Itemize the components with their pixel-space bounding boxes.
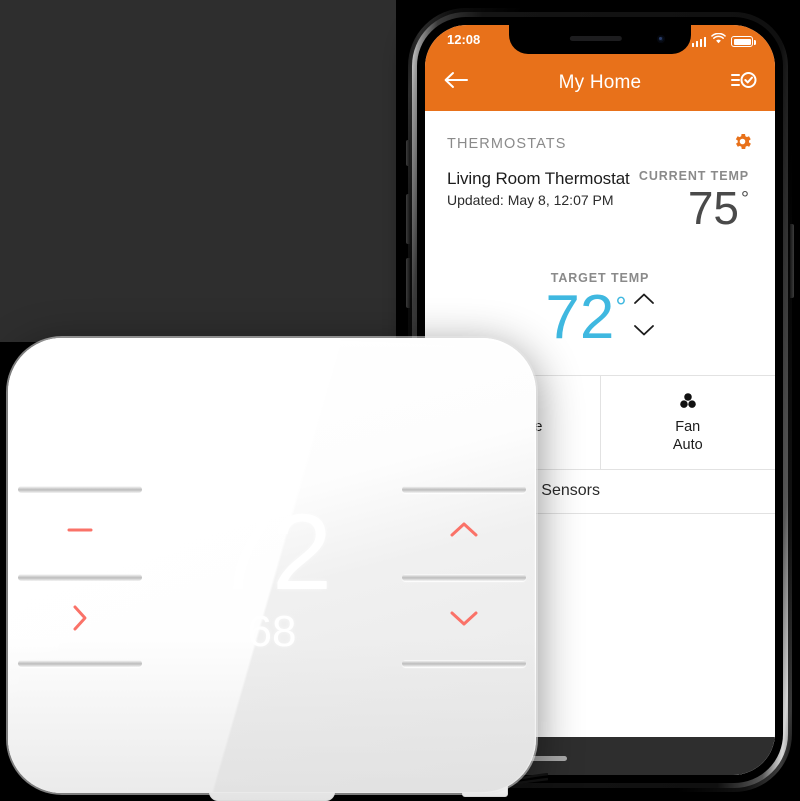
page-title: My Home [558,71,642,93]
battery-full-icon [731,36,756,47]
current-temp-label: CURRENT TEMP [638,169,749,183]
thermostat-slot-right-2 [402,574,526,581]
current-temp-value: 75 [687,182,739,234]
signal-bars-icon [691,37,706,47]
wifi-icon [711,32,726,47]
chevron-down-icon[interactable] [436,596,492,640]
target-temp-stepper[interactable] [633,292,655,344]
fan-label-line2: Auto [672,436,703,453]
thermostat-slot-left-2 [18,574,142,581]
thermostat-card-top: Living Room Thermostat Updated: May 8, 1… [447,169,753,231]
thermostat-slot-right-1 [402,486,526,493]
nav-bar: My Home [425,54,775,111]
thermostat-top-edge [29,340,515,358]
earpiece-speaker-icon [569,36,622,41]
status-indicators [691,32,756,47]
target-temp-degree-symbol: ° [615,291,627,322]
device-updated-timestamp: Updated: May 8, 12:07 PM [447,192,614,208]
thermostat-card: Living Room Thermostat Updated: May 8, 1… [425,169,775,349]
device-name: Living Room Thermostat [447,169,630,188]
device-info: Living Room Thermostat Updated: May 8, 1… [447,169,630,208]
target-temp-value: 72 [545,283,615,352]
status-time: 12:08 [447,32,481,47]
chevron-up-icon[interactable] [436,508,492,552]
target-temp-value-row: 72 ° [545,287,626,349]
volume-up-button[interactable] [406,194,410,244]
fan-label-line1: Fan [675,419,701,435]
backdrop-panel [0,0,396,342]
power-button[interactable] [790,224,794,298]
thermostat-device: HEAT 72 68 [8,338,548,801]
volume-down-button[interactable] [406,258,410,308]
fan-icon [601,389,776,413]
back-arrow-icon[interactable] [443,70,469,95]
thermostat-slot-right-3 [402,660,526,667]
current-temp-block: CURRENT TEMP 75 ° [639,169,753,231]
chevron-right-icon[interactable] [52,596,108,640]
list-check-icon[interactable] [731,70,757,95]
section-title: THERMOSTATS [447,136,567,152]
front-camera-icon [657,35,665,43]
fan-control[interactable]: Fan Auto [599,376,776,470]
thermostat-slot-left-1 [18,486,142,493]
phone-notch [509,25,691,54]
minus-icon[interactable] [52,508,108,552]
thermostat-body: HEAT 72 68 [8,338,536,793]
chevron-down-icon[interactable] [633,324,655,342]
gear-icon[interactable] [732,131,753,157]
current-temp-degree-symbol: ° [741,188,749,210]
section-header: THERMOSTATS [425,111,775,169]
silent-switch[interactable] [406,140,410,166]
thermostat-slot-left-3 [18,660,142,667]
current-temp-value-row: 75 ° [639,185,749,231]
chevron-up-icon[interactable] [633,292,655,310]
